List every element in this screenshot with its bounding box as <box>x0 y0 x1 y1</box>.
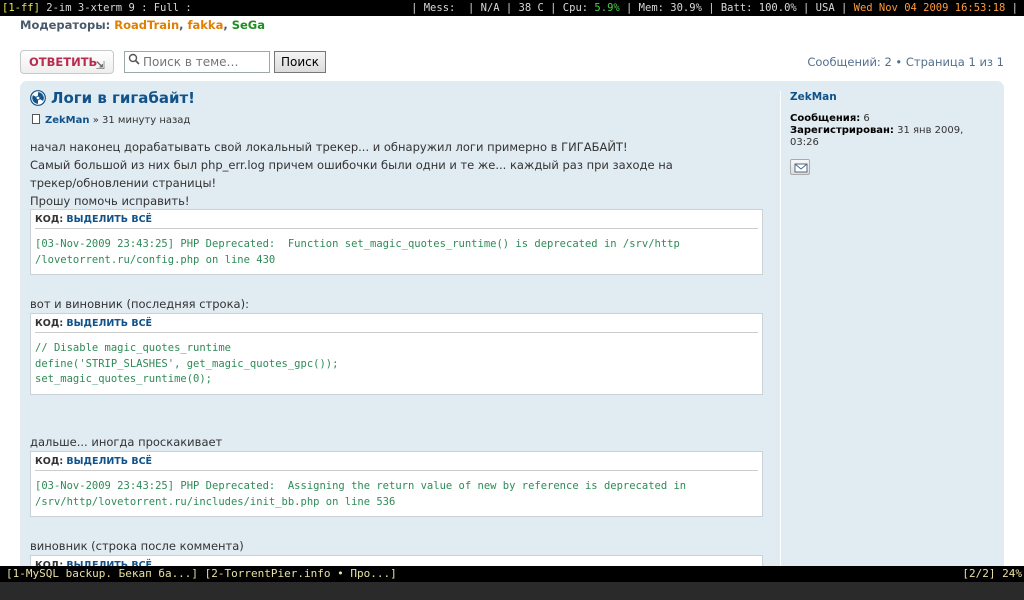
text-line: начал наконец дорабатывать свой локальны… <box>30 140 628 154</box>
reply-arrow-icon: ⇲ <box>95 59 105 72</box>
code-content: [03-Nov-2009 23:43:25] PHP Deprecated: F… <box>35 238 680 266</box>
text-line: Самый большой из них был php_err.log при… <box>30 158 673 172</box>
post-paragraph: вот и виновник (последняя строка): <box>30 297 249 311</box>
code-label: КОД <box>35 318 60 329</box>
search-icon <box>128 53 140 65</box>
reply-button-label: ОТВЕТИТЬ <box>29 55 98 69</box>
text-line: Прошу помочь исправить! <box>30 194 190 208</box>
code-label: КОД <box>35 456 60 467</box>
profile-posts-label: Сообщения: <box>790 113 861 124</box>
code-label: КОД <box>35 214 60 225</box>
moderators-label: Модераторы: <box>20 18 111 32</box>
clock: Wed Nov 04 2009 16:53:18 <box>853 2 1006 14</box>
moderator-link[interactable]: fakka <box>188 18 224 32</box>
moderators-line: Модераторы: RoadTrain, fakka, SeGa <box>20 18 266 32</box>
search-button[interactable]: Поиск <box>274 51 326 73</box>
post: Логи в гигабайт! ZekMan » 31 минуту наза… <box>20 81 1004 600</box>
select-all-link[interactable]: ВЫДЕЛИТЬ ВСЁ <box>66 456 152 467</box>
profile-name[interactable]: ZekMan <box>790 91 1000 103</box>
profile-registered-value: 31 янв 2009, <box>893 125 964 136</box>
profile-posts: Сообщения: 6 <box>790 113 1000 125</box>
envelope-icon <box>794 163 808 173</box>
profile-registered-label: Зарегистрирован: <box>790 125 894 136</box>
reply-button[interactable]: ОТВЕТИТЬ ⇲ <box>20 50 114 74</box>
code-block: КОД: ВЫДЕЛИТЬ ВСЁ [03-Nov-2009 23:43:25]… <box>30 209 763 275</box>
post-paragraph: виновник (строка после коммента) <box>30 539 244 553</box>
select-all-link[interactable]: ВЫДЕЛИТЬ ВСЁ <box>66 318 152 329</box>
command-line[interactable] <box>0 582 1024 600</box>
code-header: КОД: ВЫДЕЛИТЬ ВСЁ <box>35 318 758 333</box>
status-bar: [1-ff] 2-im 3-xterm 9 : Full : | Mess: |… <box>0 0 1024 16</box>
radiation-icon <box>30 90 46 106</box>
email-icon[interactable] <box>790 159 810 175</box>
code-block: КОД: ВЫДЕЛИТЬ ВСЁ [03-Nov-2009 23:43:25]… <box>30 451 763 517</box>
moderator-link[interactable]: RoadTrain <box>114 18 179 32</box>
post-author[interactable]: ZekMan <box>45 115 90 126</box>
moderator-link[interactable]: SeGa <box>232 18 265 32</box>
pagination-info: Сообщений: 2 • Страница 1 из 1 <box>807 55 1004 69</box>
tab-status: [2/2] 24% <box>962 567 1022 580</box>
text-line: трекер/обновлении страницы! <box>30 176 217 190</box>
search-input[interactable] <box>143 53 267 71</box>
post-title-row: Логи в гигабайт! <box>30 89 195 107</box>
workspace-tag[interactable]: [1-ff] <box>2 2 40 14</box>
post-title[interactable]: Логи в гигабайт! <box>51 89 195 107</box>
topic-action-bar: ОТВЕТИТЬ ⇲ Поиск Сообщений: 2 • Страница… <box>20 50 1004 74</box>
select-all-link[interactable]: ВЫДЕЛИТЬ ВСЁ <box>66 214 152 225</box>
post-time: » 31 минуту назад <box>89 115 191 126</box>
profile-registered-time: 03:26 <box>790 137 819 148</box>
status-bar-end: | <box>1005 2 1018 14</box>
memory-stats: | Mem: 30.9% | Batt: 100.0% | USA | <box>619 2 854 14</box>
profile-posts-value: 6 <box>860 113 870 124</box>
post-profile: ZekMan Сообщения: 6 Зарегистрирован: 31 … <box>780 91 1000 600</box>
cpu-value: 5.9% <box>594 2 620 14</box>
post-meta: ZekMan » 31 минуту назад <box>32 114 190 126</box>
system-stats: | Mess: | N/A | 38 C | Cpu: <box>411 2 595 14</box>
code-content: [03-Nov-2009 23:43:25] PHP Deprecated: A… <box>35 480 687 508</box>
status-bar-right: | Mess: | N/A | 38 C | Cpu: 5.9% | Mem: … <box>411 0 1018 16</box>
code-header: КОД: ВЫДЕЛИТЬ ВСЁ <box>35 214 758 229</box>
profile-registered: Зарегистрирован: 31 янв 2009, <box>790 125 1000 137</box>
topic-search-box[interactable] <box>124 51 270 73</box>
code-block: КОД: ВЫДЕЛИТЬ ВСЁ // Disable magic_quote… <box>30 313 763 395</box>
post-doc-icon[interactable] <box>32 114 40 124</box>
post-paragraph: начал наконец дорабатывать свой локальны… <box>30 138 673 210</box>
code-content: // Disable magic_quotes_runtime define('… <box>35 342 339 385</box>
browser-tabs[interactable]: [1-MySQL backup. Бекап ба...] [2-Torrent… <box>6 566 397 582</box>
post-paragraph: дальше... иногда проскакивает <box>30 435 223 449</box>
code-header: КОД: ВЫДЕЛИТЬ ВСЁ <box>35 456 758 471</box>
workspace-list[interactable]: 2-im 3-xterm 9 : Full : <box>40 2 191 14</box>
browser-tab-bar: [1-MySQL backup. Бекап ба...] [2-Torrent… <box>0 566 1024 582</box>
status-bar-left: [1-ff] 2-im 3-xterm 9 : Full : <box>2 0 192 16</box>
